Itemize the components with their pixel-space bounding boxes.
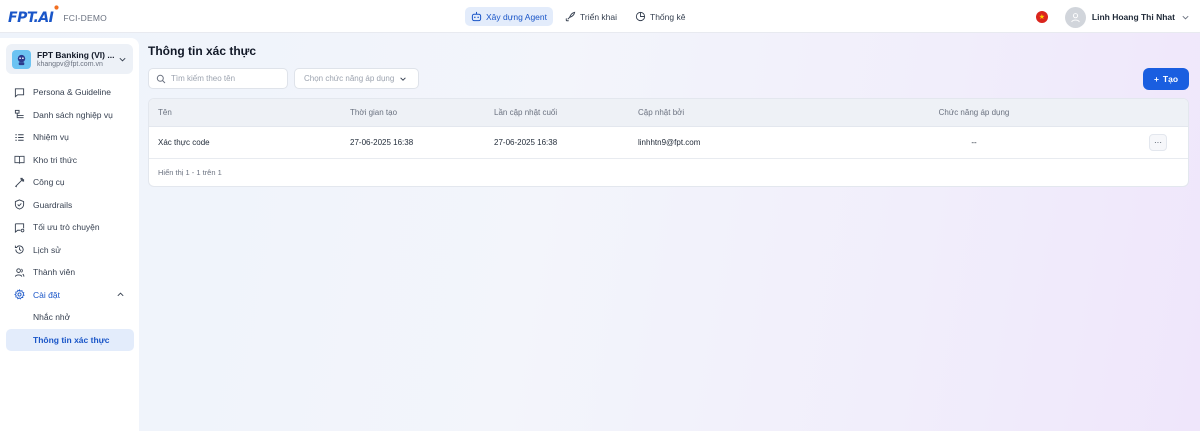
list-tree-icon — [14, 110, 24, 119]
org-label: FCI-DEMO — [63, 13, 107, 23]
user-name[interactable]: Linh Hoang Thi Nhat — [1092, 12, 1175, 22]
sidebar-item-label: Nhiệm vụ — [33, 132, 69, 143]
sidebar: FPT Banking (VI) ... khangpv@fpt.com.vn … — [0, 38, 139, 431]
create-button-label: Tạo — [1162, 74, 1179, 84]
nav-build-agent-label: Xây dựng Agent — [486, 11, 547, 22]
workspace-switcher[interactable]: FPT Banking (VI) ... khangpv@fpt.com.vn — [6, 44, 133, 74]
table-row[interactable]: Xác thực code 27-06-2025 16:38 27-06-202… — [149, 127, 1188, 159]
sidebar-item-knowledge[interactable]: Kho tri thức — [6, 149, 134, 172]
wrench-icon — [15, 177, 25, 188]
avatar[interactable] — [1064, 6, 1086, 28]
sidebar-item-label: Guardrails — [33, 199, 73, 210]
sidebar-item-chat-optimize[interactable]: Tối ưu trò chuyện — [6, 216, 134, 239]
page-title: Thông tin xác thực — [148, 44, 257, 58]
top-nav: Xây dựng Agent Triển khai Thống kê — [465, 7, 691, 26]
create-button[interactable]: + Tạo — [1143, 68, 1189, 90]
row-more-actions-button[interactable]: ··· — [1149, 134, 1167, 151]
plus-icon: + — [1153, 74, 1159, 84]
filter-placeholder: Chọn chức năng áp dụng — [304, 74, 395, 83]
search-box[interactable] — [148, 68, 288, 89]
cell-updated-by: linhhtn9@fpt.com — [638, 138, 701, 147]
search-icon — [156, 74, 166, 83]
user-area: ★ Linh Hoang Thi Nhat — [1035, 5, 1190, 29]
sidebar-item-label: Danh sách nghiệp vụ — [33, 109, 113, 120]
column-header-name[interactable]: Tên — [158, 99, 172, 126]
nav-statistics-label: Thống kê — [650, 11, 686, 22]
sidebar-item-label: Tối ưu trò chuyện — [33, 222, 100, 233]
history-icon — [14, 245, 24, 254]
sidebar-item-label: Lịch sử — [33, 244, 61, 255]
sidebar-item-tools[interactable]: Công cụ — [6, 171, 134, 194]
vietnam-flag-icon[interactable]: ★ — [1035, 11, 1048, 23]
search-input[interactable] — [171, 74, 281, 83]
nav-statistics[interactable]: Thống kê — [629, 7, 691, 26]
cell-updated: 27-06-2025 16:38 — [494, 138, 558, 147]
sidebar-item-label: Nhắc nhở — [33, 312, 71, 323]
workspace-name: FPT Banking (VI) ... — [37, 50, 115, 60]
bot-icon — [471, 11, 482, 22]
column-header-created[interactable]: Thời gian tạo — [350, 99, 397, 126]
sidebar-menu: Persona & Guideline Danh sách nghiệp vụ … — [6, 81, 134, 351]
pie-chart-icon — [635, 11, 646, 22]
function-filter-select[interactable]: Chọn chức năng áp dụng — [294, 68, 419, 89]
table-pagination-info: Hiển thị 1 - 1 trên 1 — [158, 168, 222, 177]
sidebar-item-label: Cài đặt — [33, 289, 60, 300]
sidebar-item-label: Thông tin xác thực — [33, 334, 110, 345]
chevron-down-icon — [400, 76, 407, 81]
sidebar-item-reminders[interactable]: Nhắc nhở — [6, 306, 134, 329]
top-bar: FPT.AI FCI-DEMO Xây dựng Agent Triển kha… — [0, 0, 1200, 33]
sidebar-item-label: Persona & Guideline — [33, 87, 111, 98]
logo-spark-icon — [54, 5, 59, 10]
gear-icon — [14, 289, 25, 300]
book-icon — [14, 156, 25, 164]
nav-deploy[interactable]: Triển khai — [559, 7, 623, 26]
chevron-down-icon[interactable] — [1181, 13, 1190, 22]
cell-created: 27-06-2025 16:38 — [350, 138, 414, 147]
user-icon — [1071, 12, 1080, 22]
credentials-table: Tên Thời gian tạo Lần cập nhật cuối Cập … — [148, 98, 1189, 187]
logo-text: FPT.AI — [8, 10, 54, 26]
sidebar-item-members[interactable]: Thành viên — [6, 261, 134, 284]
sidebar-item-settings[interactable]: Cài đặt — [6, 284, 134, 307]
sidebar-item-label: Thành viên — [33, 267, 76, 278]
cell-name: Xác thực code — [158, 138, 210, 147]
users-icon — [14, 268, 25, 277]
column-header-functions[interactable]: Chức năng áp dụng — [849, 99, 1099, 126]
sidebar-item-history[interactable]: Lịch sử — [6, 239, 134, 262]
chat-optimize-icon — [14, 223, 25, 233]
fpt-ai-logo: FPT.AI — [8, 5, 59, 26]
rocket-icon — [565, 11, 576, 22]
cell-functions: -- — [971, 138, 977, 147]
workspace-logo-icon — [12, 49, 31, 69]
sidebar-item-label: Kho tri thức — [33, 154, 77, 165]
sidebar-item-business-list[interactable]: Danh sách nghiệp vụ — [6, 104, 134, 127]
table-header: Tên Thời gian tạo Lần cập nhật cuối Cập … — [149, 99, 1188, 127]
sidebar-item-guardrails[interactable]: Guardrails — [6, 194, 134, 217]
chat-icon — [14, 88, 25, 98]
bot-avatar-icon — [17, 54, 26, 65]
brand-logo[interactable]: FPT.AI FCI-DEMO — [8, 5, 107, 28]
sidebar-item-tasks[interactable]: Nhiệm vụ — [6, 126, 134, 149]
sidebar-item-credentials[interactable]: Thông tin xác thực — [6, 328, 134, 351]
column-header-updated-by[interactable]: Cập nhật bởi — [638, 99, 684, 126]
column-header-updated[interactable]: Lần cập nhật cuối — [494, 99, 557, 126]
shield-icon — [14, 199, 25, 210]
nav-build-agent[interactable]: Xây dựng Agent — [465, 7, 553, 26]
sidebar-item-persona[interactable]: Persona & Guideline — [6, 81, 134, 104]
sidebar-item-label: Công cụ — [33, 177, 65, 188]
nav-deploy-label: Triển khai — [580, 11, 618, 22]
task-list-icon — [15, 134, 24, 141]
chevron-down-icon — [119, 57, 126, 61]
chevron-up-icon — [117, 292, 124, 297]
workspace-email: khangpv@fpt.com.vn — [37, 61, 103, 68]
